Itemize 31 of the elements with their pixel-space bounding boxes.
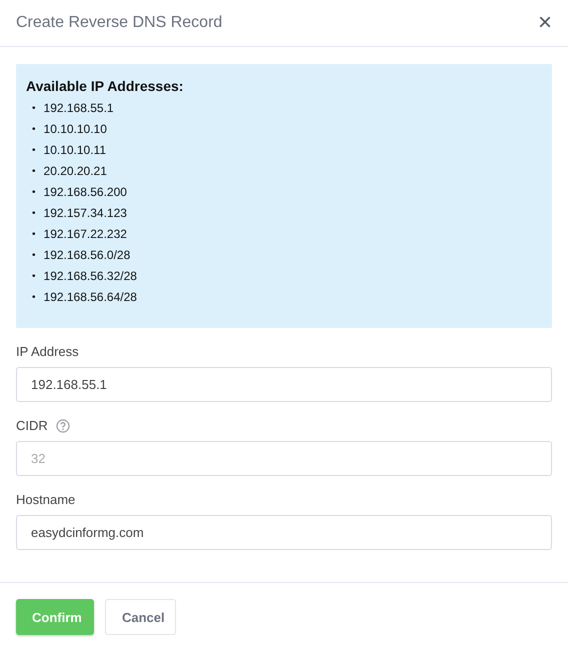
ip-list-item: 192.168.56.0/28	[44, 247, 130, 264]
ip-list-item: 192.168.56.200	[44, 184, 127, 201]
bullet-mark: •	[32, 123, 36, 137]
info-heading: Available IP Addresses:	[26, 78, 184, 94]
input-field[interactable]: easydcinformg.com	[16, 515, 552, 550]
ip-list-item: 192.157.34.123	[44, 205, 127, 222]
bullet-mark: •	[32, 270, 36, 284]
bullet-mark: •	[32, 228, 36, 242]
ip-list-item: 10.10.10.11	[44, 142, 106, 159]
help-icon[interactable]	[56, 418, 70, 432]
bullet-mark: •	[32, 291, 36, 305]
ip-list-item: 10.10.10.10	[44, 121, 107, 138]
field-label: IP Address	[16, 344, 79, 359]
cancel-button[interactable]: Cancel	[105, 599, 176, 635]
field-label: Hostname	[16, 492, 76, 507]
bullet-mark: •	[32, 102, 36, 116]
ip-list-item: 192.167.22.232	[44, 226, 127, 243]
bullet-mark: •	[32, 165, 36, 179]
ip-list-item: 20.20.20.21	[44, 163, 107, 180]
ip-list-item: 192.168.55.1	[44, 100, 114, 117]
close-button[interactable]: ×	[538, 11, 552, 35]
ip-list-item: 192.168.56.64/28	[44, 289, 137, 306]
input-field[interactable]: 192.168.55.1	[16, 367, 552, 402]
bullet-mark: •	[32, 186, 36, 200]
bullet-mark: •	[32, 207, 36, 221]
ip-list-item: 192.168.56.32/28	[44, 268, 137, 285]
bullet-mark: •	[32, 249, 36, 263]
input-field[interactable]: 32	[16, 441, 552, 476]
dialog-title: Create Reverse DNS Record	[16, 14, 222, 32]
field-label: CIDR	[16, 418, 48, 433]
bullet-mark: •	[32, 144, 36, 158]
